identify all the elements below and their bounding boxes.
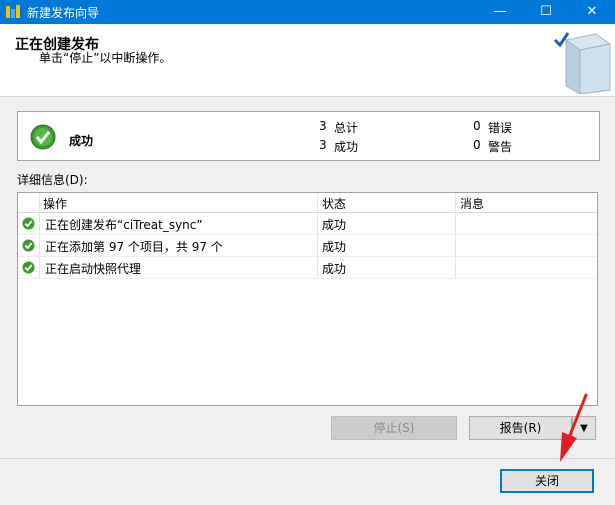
annotation-arrow bbox=[560, 393, 588, 462]
